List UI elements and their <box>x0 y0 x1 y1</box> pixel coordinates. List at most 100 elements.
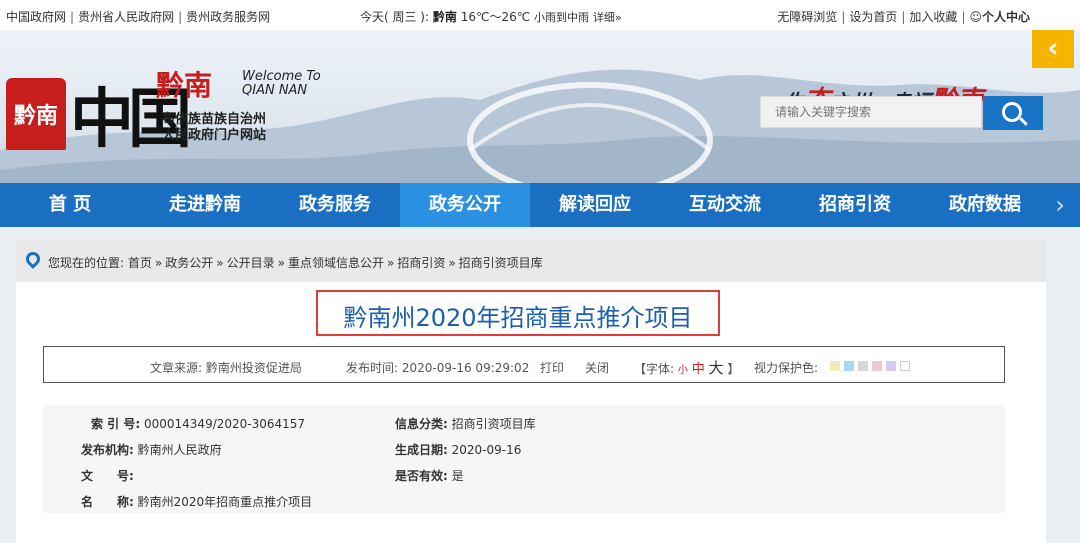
breadcrumb-investment[interactable]: 招商引资 <box>397 256 445 270</box>
close-button[interactable]: 关闭 <box>585 359 609 376</box>
breadcrumb-prefix: 您现在的位置: <box>48 256 125 270</box>
search-input[interactable] <box>761 97 971 127</box>
nav-interpretation[interactable]: 解读回应 <box>530 183 660 227</box>
info-index: 索 引 号: 000014349/2020-3064157 <box>91 415 305 432</box>
publish-time: 发布时间: 2020-09-16 09:29:02 <box>346 359 529 376</box>
logo-subtitle-2: 人民政府门户网站 <box>162 128 267 143</box>
breadcrumb-separator: » <box>386 256 395 270</box>
eye-color-swatch-white[interactable] <box>900 361 910 371</box>
link-set-homepage[interactable]: 设为首页 <box>849 10 897 24</box>
index-label: 索 引 号: <box>91 417 141 431</box>
date-label: 生成日期: <box>395 443 448 457</box>
font-size-control: 【字体: 小 中 大 】 <box>634 357 739 378</box>
welcome-line1: Welcome To <box>242 69 321 84</box>
location-pin-icon <box>23 249 43 269</box>
category-value: 招商引资项目库 <box>451 417 536 431</box>
breadcrumb-separator: » <box>448 256 456 270</box>
nav-gov-open[interactable]: 政务公开 <box>400 183 530 227</box>
link-gov-cn[interactable]: 中国政府网 <box>6 10 66 24</box>
time-label: 发布时间: <box>346 361 399 375</box>
info-table: 索 引 号: 000014349/2020-3064157 信息分类: 招商引资… <box>43 405 1005 513</box>
separator: | <box>178 10 183 24</box>
eye-protect-label: 视力保护色: <box>754 361 819 375</box>
logo-qiannan: 黔南 <box>156 69 213 102</box>
info-date: 生成日期: 2020-09-16 <box>395 441 521 458</box>
nav-gov-service[interactable]: 政务服务 <box>270 183 400 227</box>
top-right-links: 无障碍浏览 | 设为首页 | 加入收藏 | ☺个人中心 <box>777 8 1030 25</box>
breadcrumb-project-library[interactable]: 招商引资项目库 <box>459 256 543 270</box>
nav-interaction[interactable]: 互动交流 <box>660 183 790 227</box>
separator: | <box>841 10 846 24</box>
nav-home[interactable]: 首 页 <box>0 183 140 227</box>
name-value: 黔南州2020年招商重点推介项目 <box>137 495 313 509</box>
eye-color-swatch-pink[interactable] <box>872 361 882 371</box>
font-label: 【字体: <box>634 362 675 376</box>
org-label: 发布机构: <box>81 443 134 457</box>
font-small-button[interactable]: 小 <box>678 365 688 376</box>
org-value: 黔南州人民政府 <box>137 443 222 457</box>
info-name: 名 称: 黔南州2020年招商重点推介项目 <box>81 493 312 510</box>
eye-color-swatch-purple[interactable] <box>886 361 896 371</box>
info-org: 发布机构: 黔南州人民政府 <box>81 441 222 458</box>
index-value: 000014349/2020-3064157 <box>143 417 306 431</box>
breadcrumb-separator: » <box>277 256 285 270</box>
print-button[interactable]: 打印 <box>540 359 564 376</box>
breadcrumb-home[interactable]: 首页 <box>128 256 152 270</box>
time-value: 2020-09-16 09:29:02 <box>401 361 530 375</box>
font-medium-button[interactable]: 中 <box>692 362 705 377</box>
separator: | <box>70 10 75 24</box>
separator: | <box>901 10 906 24</box>
top-bar: 中国政府网 | 贵州省人民政府网 | 贵州政务服务网 今天( 周三 ): 黔南 16℃～… <box>0 0 1080 30</box>
separator: | <box>961 10 966 24</box>
breadcrumb-key-areas[interactable]: 重点领域信息公开 <box>288 256 384 270</box>
breadcrumb-separator: » <box>154 256 163 270</box>
link-guizhou-gov[interactable]: 贵州省人民政府网 <box>78 10 174 24</box>
category-label: 信息分类: <box>395 417 448 431</box>
collapse-toggle-button[interactable]: ‹ <box>1032 30 1074 68</box>
weather-info: 今天( 周三 ): 黔南 16℃～26℃ 小雨到中雨 详细» <box>360 8 622 25</box>
article-title: 黔南州2020年招商重点推介项目 <box>343 304 693 332</box>
title-highlight-box: 黔南州2020年招商重点推介项目 <box>316 290 720 336</box>
weather-temp: 16℃～26℃ <box>460 10 531 24</box>
article-meta-bar: 文章来源: 黔南州投资促进局 发布时间: 2020-09-16 09:29:02… <box>43 346 1005 383</box>
name-label: 名 称: <box>81 495 134 509</box>
logo-welcome: Welcome To QIAN NAN <box>242 70 321 98</box>
eye-color-swatch-gray[interactable] <box>858 361 868 371</box>
search-box <box>760 96 982 128</box>
breadcrumb-separator: » <box>216 256 224 270</box>
font-label-end: 】 <box>727 362 740 376</box>
weather-desc: 小雨到中雨 <box>534 11 590 24</box>
main-nav: 首 页 走进黔南 政务服务 政务公开 解读回应 互动交流 招商引资 政府数据 › <box>0 183 1080 227</box>
docno-label: 文 号: <box>81 469 134 483</box>
weather-prefix: 今天( 周三 ): <box>360 10 430 24</box>
user-center-link[interactable]: ☺个人中心 <box>969 10 1030 24</box>
breadcrumb: 您现在的位置: 首页» 政务公开» 公开目录» 重点领域信息公开» 招商引资» 招商引资项… <box>16 240 1046 282</box>
info-category: 信息分类: 招商引资项目库 <box>395 415 536 432</box>
date-value: 2020-09-16 <box>451 443 522 457</box>
weather-city: 黔南 <box>432 10 457 24</box>
search-button[interactable] <box>983 96 1043 130</box>
link-guizhou-service[interactable]: 贵州政务服务网 <box>186 10 270 24</box>
font-large-button[interactable]: 大 <box>709 359 724 377</box>
source-info: 文章来源: 黔南州投资促进局 <box>150 359 302 376</box>
eye-color-swatch-yellow[interactable] <box>830 361 840 371</box>
source-label: 文章来源: <box>150 361 203 375</box>
weather-more-link[interactable]: 详细» <box>593 11 622 24</box>
valid-value: 是 <box>451 469 464 483</box>
breadcrumb-catalog[interactable]: 公开目录 <box>227 256 275 270</box>
nav-gov-data[interactable]: 政府数据 <box>920 183 1050 227</box>
link-accessibility[interactable]: 无障碍浏览 <box>777 10 837 24</box>
nav-about[interactable]: 走进黔南 <box>140 183 270 227</box>
breadcrumb-gov-open[interactable]: 政务公开 <box>165 256 213 270</box>
source-value: 黔南州投资促进局 <box>205 361 302 375</box>
info-docno: 文 号: <box>81 467 134 484</box>
search-icon-handle <box>1019 117 1028 126</box>
eye-color-swatch-blue[interactable] <box>844 361 854 371</box>
link-add-favorite[interactable]: 加入收藏 <box>909 10 957 24</box>
logo-seal: 黔南 <box>6 78 66 150</box>
info-valid: 是否有效: 是 <box>395 467 464 484</box>
nav-more-arrow-icon[interactable]: › <box>1040 183 1080 227</box>
valid-label: 是否有效: <box>395 469 448 483</box>
top-links: 中国政府网 | 贵州省人民政府网 | 贵州政务服务网 <box>6 8 270 25</box>
nav-investment[interactable]: 招商引资 <box>790 183 920 227</box>
